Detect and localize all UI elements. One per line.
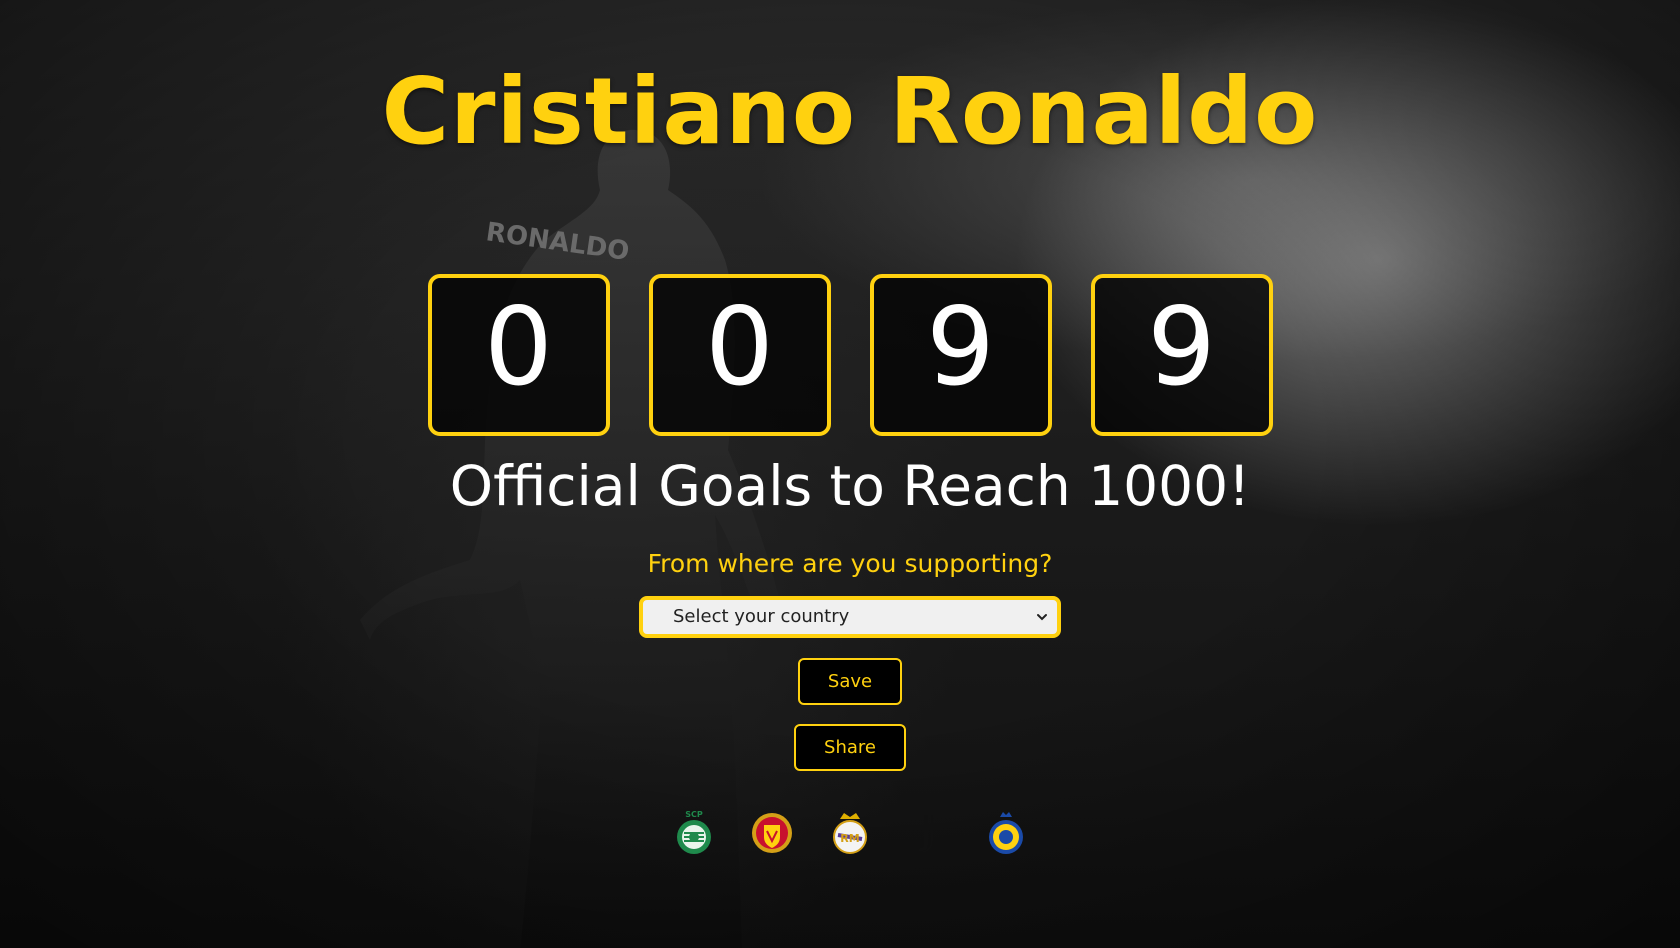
real-madrid-logo: RM <box>828 809 872 857</box>
svg-text:RM: RM <box>840 832 859 845</box>
club-logos: SCP RM <box>672 809 1028 857</box>
goal-counter: 0 0 9 9 <box>427 274 1273 436</box>
main-content: Cristiano Ronaldo 0 0 9 9 Official Goals… <box>0 0 1680 948</box>
chevron-down-icon <box>1037 613 1047 620</box>
share-button[interactable]: Share <box>794 723 906 771</box>
support-question: From where are you supporting? <box>647 548 1053 578</box>
counter-digit: 0 <box>648 274 831 436</box>
manchester-united-logo <box>750 809 794 857</box>
juventus-logo <box>906 809 950 857</box>
save-button[interactable]: Save <box>798 657 902 705</box>
counter-caption: Official Goals to Reach 1000! <box>449 454 1251 518</box>
al-nassr-logo <box>984 809 1028 857</box>
page-title: Cristiano Ronaldo <box>381 58 1319 165</box>
svg-text:SCP: SCP <box>685 810 703 819</box>
counter-digit: 9 <box>1090 274 1273 436</box>
country-select-value: Select your country <box>673 606 850 627</box>
counter-digit: 0 <box>427 274 610 436</box>
counter-digit: 9 <box>869 274 1052 436</box>
country-select[interactable]: Select your country <box>639 595 1061 638</box>
sporting-cp-logo: SCP <box>672 809 716 857</box>
